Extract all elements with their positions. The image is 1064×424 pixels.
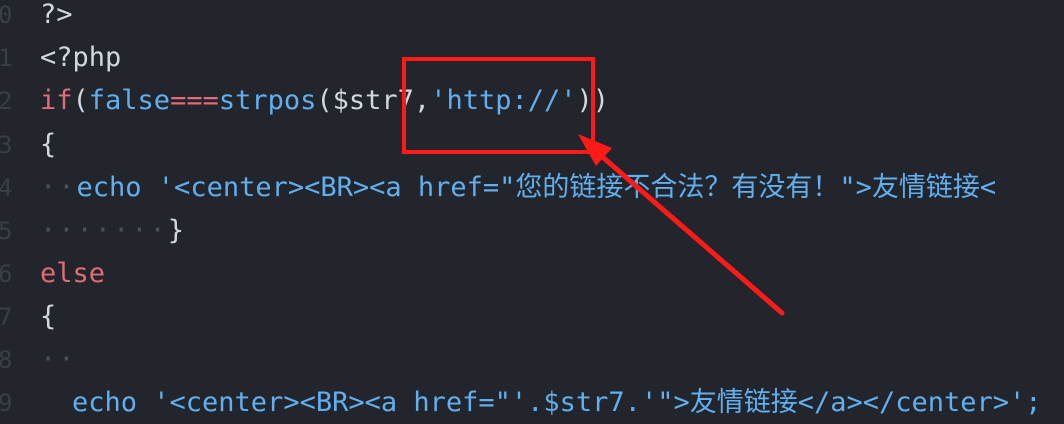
annotation-arrow-icon: [578, 134, 785, 316]
